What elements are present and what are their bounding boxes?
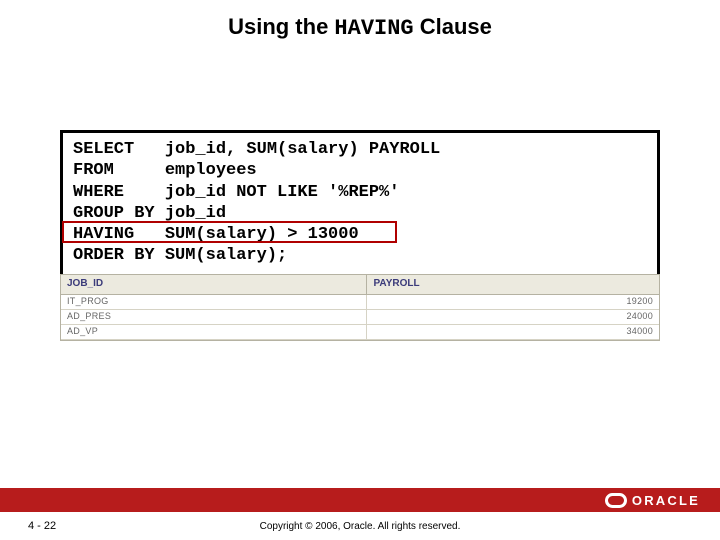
oracle-logo: ORACLE: [605, 490, 700, 510]
sql-line: ORDER BY SUM(salary);: [73, 246, 287, 265]
cell-jobid: AD_PRES: [61, 310, 367, 325]
copyright-text: Copyright © 2006, Oracle. All rights res…: [0, 521, 720, 532]
sql-line: GROUP BY job_id: [73, 204, 226, 223]
title-prefix: Using the: [228, 14, 334, 39]
table-row: AD_VP 34000: [61, 325, 659, 340]
col-header-payroll: PAYROLL: [367, 275, 659, 295]
cell-payroll: 19200: [367, 295, 659, 310]
page-title: Using the HAVING Clause: [0, 0, 720, 41]
oracle-mark-icon: [605, 493, 627, 508]
sql-code-block: SELECT job_id, SUM(salary) PAYROLL FROM …: [60, 130, 660, 278]
cell-jobid: AD_VP: [61, 325, 367, 340]
title-mono: HAVING: [334, 16, 413, 41]
slide: Using the HAVING Clause SELECT job_id, S…: [0, 0, 720, 540]
cell-payroll: 24000: [367, 310, 659, 325]
result-table: JOB_ID PAYROLL IT_PROG 19200 AD_PRES 240…: [60, 274, 660, 341]
col-header-jobid: JOB_ID: [61, 275, 367, 295]
sql-line: SELECT job_id, SUM(salary) PAYROLL: [73, 140, 440, 159]
table-header-row: JOB_ID PAYROLL: [61, 275, 659, 295]
sql-line: WHERE job_id NOT LIKE '%REP%': [73, 183, 399, 202]
table-row: IT_PROG 19200: [61, 295, 659, 310]
cell-payroll: 34000: [367, 325, 659, 340]
title-suffix: Clause: [414, 14, 492, 39]
table-row: AD_PRES 24000: [61, 310, 659, 325]
sql-line: HAVING SUM(salary) > 13000: [73, 225, 359, 244]
sql-line: FROM employees: [73, 161, 257, 180]
cell-jobid: IT_PROG: [61, 295, 367, 310]
oracle-wordmark: ORACLE: [632, 493, 700, 508]
